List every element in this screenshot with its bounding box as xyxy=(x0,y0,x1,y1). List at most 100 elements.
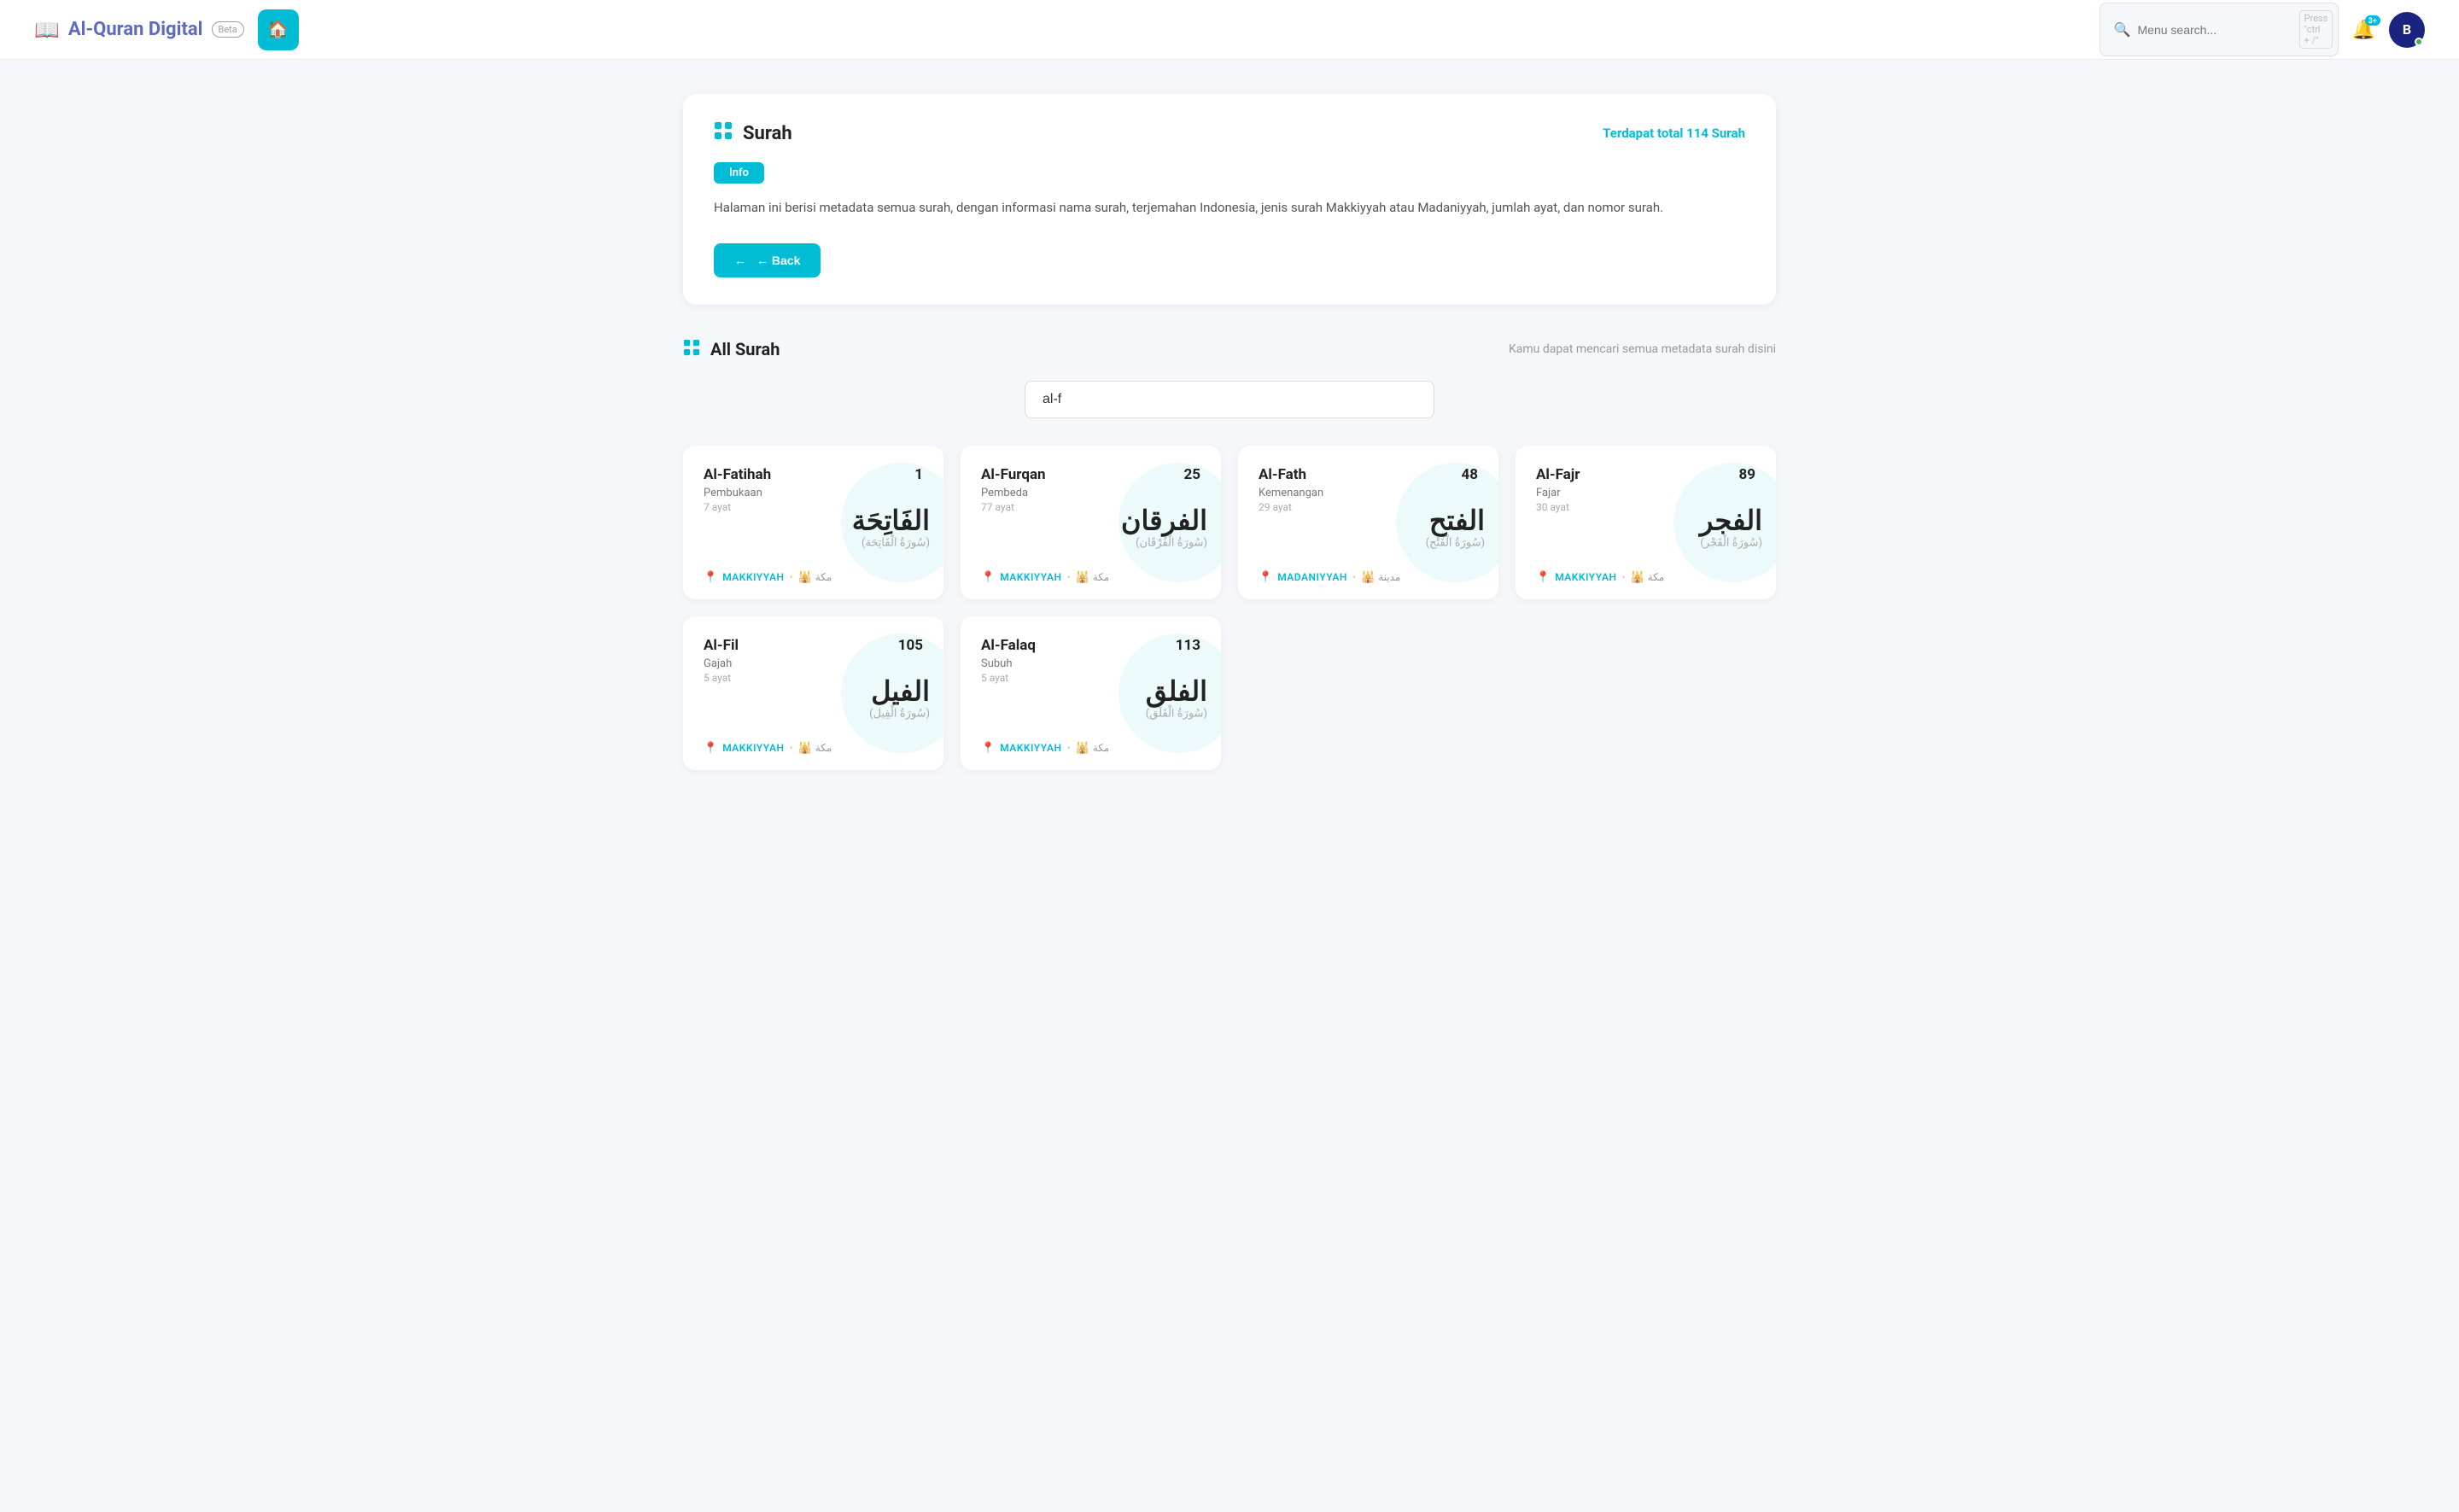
card-content-left: Al-Fath 48 Kemenangan 29 ayat xyxy=(1259,466,1478,522)
surah-type: MADANIYYAH xyxy=(1277,571,1347,583)
surah-arabic-sub: (سُورَةُ الْفَاتِحَة) xyxy=(852,537,930,550)
home-button[interactable]: 🏠 xyxy=(258,9,299,50)
surah-card[interactable]: Al-Falaq 113 Subuh 5 ayat الفلق (سُورَةُ… xyxy=(961,616,1221,770)
surah-city: 🕌 مكة xyxy=(798,571,832,584)
menu-search-input[interactable] xyxy=(2138,23,2293,37)
surah-arabic-sub: (سُورَةُ الْفَلَق) xyxy=(1146,708,1207,721)
surah-number: 1 xyxy=(914,466,923,483)
mosque-icon: 🕌 xyxy=(1631,571,1644,584)
surah-card[interactable]: Al-Fath 48 Kemenangan 29 ayat الفتح (سُو… xyxy=(1238,446,1498,599)
surah-ayat: 7 ayat xyxy=(704,501,923,513)
card-bottom: 📍 MADANIYYAH • 🕌 مدينة xyxy=(1259,571,1478,584)
surah-search-input[interactable] xyxy=(1025,381,1434,418)
card-bottom: 📍 MAKKIYYAH • 🕌 مكة xyxy=(981,742,1200,755)
card-content-left: Al-Fatihah 1 Pembukaan 7 ayat xyxy=(704,466,923,522)
surah-translation: Pembeda xyxy=(981,487,1200,499)
home-icon: 🏠 xyxy=(267,19,289,40)
avatar[interactable]: B xyxy=(2389,12,2425,48)
surah-type: MAKKIYYAH xyxy=(1000,742,1061,754)
surah-card[interactable]: Al-Fil 105 Gajah 5 ayat الفيل (سُورَةُ ا… xyxy=(683,616,943,770)
surah-number: 48 xyxy=(1461,466,1478,483)
surah-type: MAKKIYYAH xyxy=(1000,571,1061,583)
surah-city: 🕌 مكة xyxy=(1076,571,1110,584)
surah-card[interactable]: Al-Furqan 25 Pembeda 77 ayat الفرقان (سُ… xyxy=(961,446,1221,599)
card-top: Al-Fatihah 1 xyxy=(704,466,923,483)
book-icon: 📖 xyxy=(34,18,60,42)
surah-number: 113 xyxy=(1176,637,1200,654)
surah-ayat: 30 ayat xyxy=(1536,501,1755,513)
info-card-title: Surah xyxy=(714,121,792,145)
surah-city: 🕌 مكة xyxy=(1631,571,1665,584)
grid-icon xyxy=(714,121,733,145)
header-left: 📖 Al-Quran Digital Beta 🏠 xyxy=(34,9,299,50)
surah-city: 🕌 مدينة xyxy=(1361,571,1400,584)
card-content-left: Al-Fil 105 Gajah 5 ayat xyxy=(704,637,923,692)
search-icon: 🔍 xyxy=(2114,21,2131,38)
card-top: Al-Falaq 113 xyxy=(981,637,1200,654)
header: 📖 Al-Quran Digital Beta 🏠 🔍 Press "ctrl … xyxy=(0,0,2459,60)
main-content: Surah Terdapat total 114 Surah Info Hala… xyxy=(632,60,1827,804)
notification-button[interactable]: 🔔 3+ xyxy=(2352,19,2375,41)
surah-name-en: Al-Furqan xyxy=(981,466,1046,483)
mosque-icon: 🕌 xyxy=(1076,742,1089,755)
dot-separator: • xyxy=(1066,742,1070,754)
search-shortcut-hint: Press "ctrl + /" xyxy=(2299,10,2333,49)
surah-arabic-sub: (سُورَةُ الْفَتْح) xyxy=(1426,537,1485,550)
section-title: All Surah xyxy=(683,339,780,360)
card-content-left: Al-Furqan 25 Pembeda 77 ayat xyxy=(981,466,1200,522)
surah-number: 105 xyxy=(898,637,923,654)
surah-translation: Gajah xyxy=(704,657,923,670)
card-top: Al-Fajr 89 xyxy=(1536,466,1755,483)
surah-type: MAKKIYYAH xyxy=(722,742,784,754)
mosque-icon: 🕌 xyxy=(798,571,812,584)
surah-translation: Pembukaan xyxy=(704,487,923,499)
surah-arabic-sub: (سُورَةُ الْفُرْقَان) xyxy=(1121,537,1207,550)
surah-grid: Al-Fatihah 1 Pembukaan 7 ayat الفَاتِحَة… xyxy=(683,446,1776,770)
surah-type: MAKKIYYAH xyxy=(1555,571,1616,583)
arrow-left-icon: ← xyxy=(734,254,746,267)
surah-type: MAKKIYYAH xyxy=(722,571,784,583)
surah-name-en: Al-Falaq xyxy=(981,637,1036,654)
header-right: 🔍 Press "ctrl + /" 🔔 3+ B xyxy=(2100,3,2425,56)
surah-ayat: 5 ayat xyxy=(704,672,923,684)
logo-text: Al-Quran Digital xyxy=(68,19,203,40)
location-icon: 📍 xyxy=(1536,571,1550,584)
info-card-header: Surah Terdapat total 114 Surah xyxy=(714,121,1745,145)
surah-ayat: 77 ayat xyxy=(981,501,1200,513)
surah-translation: Fajar xyxy=(1536,487,1755,499)
card-bottom: 📍 MAKKIYYAH • 🕌 مكة xyxy=(981,571,1200,584)
menu-search-bar[interactable]: 🔍 Press "ctrl + /" xyxy=(2100,3,2339,56)
surah-number: 25 xyxy=(1183,466,1200,483)
card-top: Al-Fath 48 xyxy=(1259,466,1478,483)
surah-arabic-sub: (سُورَةُ الْفَجْر) xyxy=(1700,537,1762,550)
total-text: Terdapat total 114 Surah xyxy=(1603,126,1745,141)
beta-badge: Beta xyxy=(212,21,244,38)
location-icon: 📍 xyxy=(981,742,995,755)
location-icon: 📍 xyxy=(704,571,717,584)
dot-separator: • xyxy=(789,571,792,583)
info-card: Surah Terdapat total 114 Surah Info Hala… xyxy=(683,94,1776,305)
surah-ayat: 5 ayat xyxy=(981,672,1200,684)
back-button[interactable]: ← ← Back xyxy=(714,243,821,277)
card-bottom: 📍 MAKKIYYAH • 🕌 مكة xyxy=(1536,571,1755,584)
info-badge: Info xyxy=(714,162,764,184)
card-content-left: Al-Falaq 113 Subuh 5 ayat xyxy=(981,637,1200,692)
mosque-icon: 🕌 xyxy=(798,742,812,755)
surah-city: 🕌 مكة xyxy=(798,742,832,755)
surah-city: 🕌 مكة xyxy=(1076,742,1110,755)
logo: 📖 Al-Quran Digital Beta xyxy=(34,18,244,42)
surah-card[interactable]: Al-Fatihah 1 Pembukaan 7 ayat الفَاتِحَة… xyxy=(683,446,943,599)
surah-arabic-sub: (سُورَةُ الْفِيل) xyxy=(869,708,930,721)
dot-separator: • xyxy=(1621,571,1625,583)
card-top: Al-Furqan 25 xyxy=(981,466,1200,483)
card-bottom: 📍 MAKKIYYAH • 🕌 مكة xyxy=(704,571,923,584)
mosque-icon: 🕌 xyxy=(1076,571,1089,584)
surah-number: 89 xyxy=(1738,466,1755,483)
surah-search-wrap xyxy=(683,381,1776,418)
surah-name-en: Al-Fatihah xyxy=(704,466,771,483)
card-content-left: Al-Fajr 89 Fajar 30 ayat xyxy=(1536,466,1755,522)
dot-separator: • xyxy=(1066,571,1070,583)
surah-name-en: Al-Fil xyxy=(704,637,739,654)
info-description: Halaman ini berisi metadata semua surah,… xyxy=(714,197,1745,219)
surah-card[interactable]: Al-Fajr 89 Fajar 30 ayat الفجر (سُورَةُ … xyxy=(1516,446,1776,599)
